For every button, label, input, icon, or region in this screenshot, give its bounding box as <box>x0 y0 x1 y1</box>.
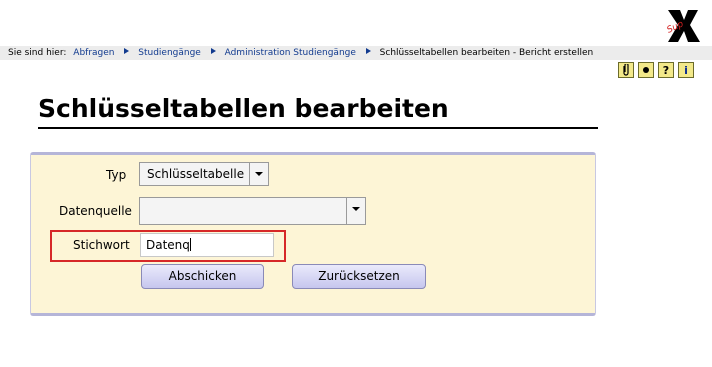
title-divider <box>38 127 598 129</box>
breadcrumb-current: Schlüsseltabellen bearbeiten - Bericht e… <box>379 48 594 58</box>
breadcrumb-arrow-icon <box>210 48 216 54</box>
bullet-icon[interactable] <box>638 62 654 78</box>
breadcrumb-abfragen[interactable]: Abfragen <box>73 48 114 58</box>
help-icon[interactable]: ? <box>658 62 674 78</box>
toolbar: ? i <box>618 62 694 78</box>
datenquelle-label: Datenquelle <box>59 204 132 218</box>
datenquelle-select[interactable] <box>139 197 366 225</box>
typ-label: Typ <box>106 168 127 182</box>
breadcrumb-prefix: Sie sind hier: <box>8 48 67 58</box>
page-title: Schlüsseltabellen bearbeiten <box>38 94 449 123</box>
breadcrumb-arrow-icon <box>124 48 130 54</box>
breadcrumb-arrow-icon <box>365 48 371 54</box>
clip-icon[interactable] <box>618 62 634 78</box>
stichwort-input-value: Datenq <box>146 238 190 252</box>
stichwort-label: Stichwort <box>73 238 130 252</box>
breadcrumb-studiengaenge[interactable]: Studiengänge <box>138 48 201 58</box>
chevron-down-icon[interactable] <box>249 163 268 185</box>
typ-select-value: Schlüsseltabelle <box>147 167 245 181</box>
chevron-down-icon[interactable] <box>346 198 365 224</box>
info-icon[interactable]: i <box>678 62 694 78</box>
typ-select[interactable]: Schlüsseltabelle <box>139 162 269 186</box>
text-cursor <box>189 238 191 251</box>
zuruecksetzen-button[interactable]: Zurücksetzen <box>292 264 426 289</box>
stichwort-input[interactable]: Datenq <box>140 233 274 257</box>
breadcrumb: Sie sind hier: Abfragen Studiengänge Adm… <box>8 48 593 58</box>
superx-logo: Sup <box>665 10 700 42</box>
abschicken-button[interactable]: Abschicken <box>141 264 264 289</box>
breadcrumb-administration[interactable]: Administration Studiengänge <box>225 48 356 58</box>
